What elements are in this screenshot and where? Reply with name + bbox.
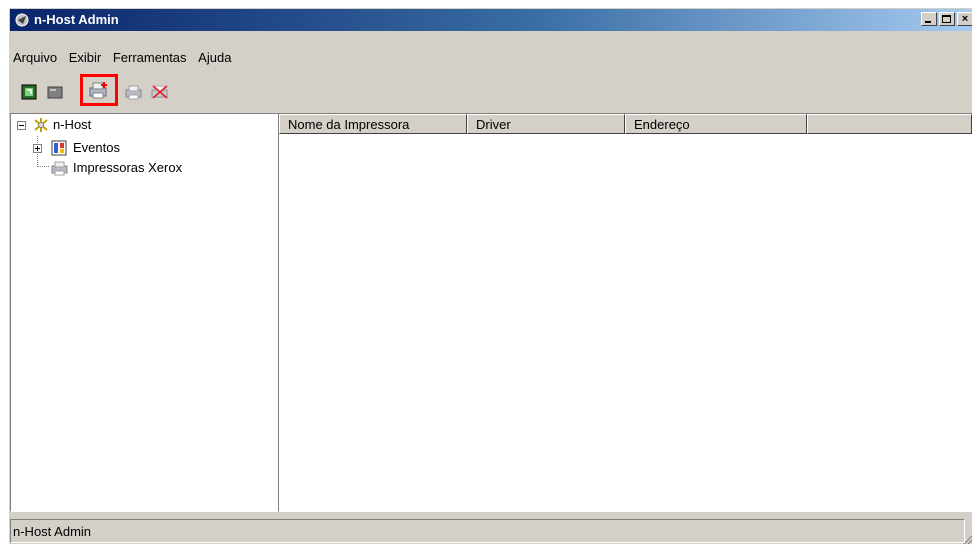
tree-item-label: Impressoras Xerox [73,160,183,175]
events-icon [51,140,67,156]
tree-item-label: Eventos [73,140,120,155]
delete-printer-button[interactable] [148,81,170,103]
host-icon [47,86,63,99]
close-button[interactable]: × [957,12,972,26]
menu-bar: Arquivo Exibir Ferramentas Ajuda [10,47,972,69]
tree-connector [37,166,49,167]
refresh-button[interactable] [18,81,40,103]
add-printer-button[interactable] [80,74,118,106]
menu-exibir[interactable]: Exibir [66,47,105,65]
add-printer-icon [89,82,107,99]
column-header-endereco[interactable]: Endereço [625,114,807,134]
title-bar[interactable]: n-Host Admin × [10,9,972,31]
window-controls: × [921,12,972,26]
network-icon [34,118,48,132]
printer-list[interactable]: Nome da Impressora Driver Endereço [278,113,972,512]
toolbar [10,74,972,107]
window-title: n-Host Admin [34,12,119,27]
delete-printer-icon [151,85,168,99]
resize-grip-icon[interactable] [961,533,972,545]
menu-ajuda[interactable]: Ajuda [195,47,234,65]
refresh-icon [21,84,37,100]
column-header-nome[interactable]: Nome da Impressora [279,114,467,134]
app-window: n-Host Admin × Arquivo Exibir Ferramenta… [9,8,972,545]
status-bar: n-Host Admin [10,517,972,545]
status-text: n-Host Admin [10,519,965,543]
printer-button[interactable] [122,81,144,103]
tree-root-label: n-Host [53,117,92,132]
app-icon [15,13,29,27]
minimize-button[interactable] [921,12,937,26]
menu-ferramentas[interactable]: Ferramentas [110,47,190,65]
list-header: Nome da Impressora Driver Endereço [279,114,972,134]
expand-icon[interactable] [33,144,42,153]
maximize-button[interactable] [939,12,955,26]
collapse-icon[interactable] [17,121,26,130]
printer-group-icon [51,161,68,176]
host-button[interactable] [44,81,66,103]
menu-arquivo[interactable]: Arquivo [10,47,60,65]
column-header-filler [807,114,972,134]
column-header-driver[interactable]: Driver [467,114,625,134]
printer-icon [125,85,142,100]
tree-pane[interactable]: n-Host Eventos Impressoras Xerox [10,113,279,512]
